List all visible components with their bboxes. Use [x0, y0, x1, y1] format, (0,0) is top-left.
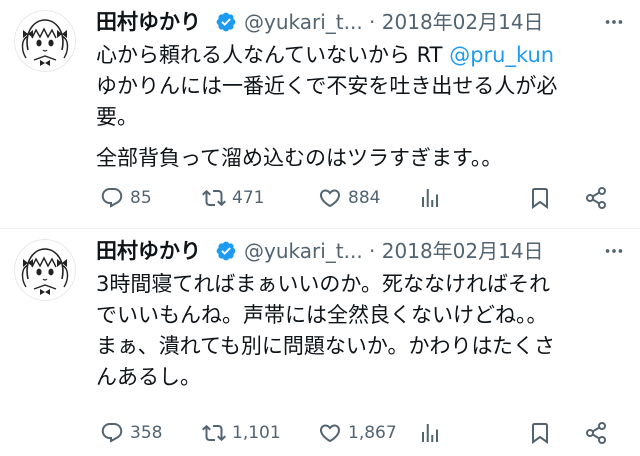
avatar[interactable]: [14, 239, 76, 301]
tweet-text-line: 全部背負って溜め込むのはツラすぎます。。: [96, 146, 503, 170]
tweet-actions: 358 1,101 1,867: [96, 416, 620, 450]
heart-icon: [319, 424, 341, 443]
more-options-icon[interactable]: [602, 240, 626, 262]
verified-badge-icon: [216, 12, 236, 32]
bookmark-icon: [532, 423, 548, 444]
tweet-header: 田村ゆかり @yukari_t... · 2018年02月14日: [96, 237, 640, 267]
tweet-text: 心から頼れる人なんていないから RT @pru_kun ゆかりんには一番近くで不…: [96, 40, 618, 174]
tweet[interactable]: 田村ゆかり @yukari_t... · 2018年02月14日 3時間寝てれば…: [0, 229, 640, 456]
like-button[interactable]: 884: [318, 181, 380, 215]
tweet-actions: 85 471 884: [96, 181, 620, 215]
share-button[interactable]: [584, 181, 608, 215]
bookmark-icon: [532, 188, 548, 209]
avatar-drawing: [14, 239, 76, 301]
handle-and-date[interactable]: @yukari_t... · 2018年02月14日: [244, 8, 544, 36]
handle-and-date[interactable]: @yukari_t... · 2018年02月14日: [244, 237, 544, 265]
avatar[interactable]: [14, 10, 76, 72]
reply-button[interactable]: 358: [100, 416, 162, 450]
bookmark-button[interactable]: [528, 181, 552, 215]
author-name[interactable]: 田村ゆかり: [96, 237, 201, 265]
retweet-count: 1,101: [232, 423, 281, 443]
tweet-text-line: んあるし。: [96, 365, 201, 389]
tweet-text-line: まぁ、潰れても別に問題ないか。かわりはたくさ: [96, 334, 556, 358]
reply-icon: [101, 423, 123, 443]
verified-badge-icon: [216, 241, 236, 261]
tweet[interactable]: 田村ゆかり @yukari_t... · 2018年02月14日 心から頼れる人…: [0, 0, 640, 228]
heart-icon: [319, 189, 341, 208]
views-button[interactable]: [418, 181, 442, 215]
like-count: 884: [348, 188, 381, 208]
tweet-header: 田村ゆかり @yukari_t... · 2018年02月14日: [96, 8, 640, 38]
retweet-count: 471: [232, 188, 265, 208]
reply-icon: [101, 188, 123, 208]
share-icon: [586, 187, 606, 209]
retweet-icon: [202, 189, 226, 207]
retweet-icon: [202, 424, 226, 442]
tweet-text-line: ゆかりんには一番近くで不安を吐き出せる人が必: [96, 74, 558, 98]
mention-link[interactable]: @pru_kun: [449, 43, 554, 67]
retweet-button[interactable]: 1,101: [202, 416, 281, 450]
reply-button[interactable]: 85: [100, 181, 152, 215]
share-icon: [586, 422, 606, 444]
tweet-text-line: 3時間寝てればまぁいいのか。死ななければそれ: [96, 272, 550, 296]
avatar-drawing: [14, 10, 76, 72]
tweet-text: 3時間寝てればまぁいいのか。死ななければそれ でいいもんね。声帯には全然良くない…: [96, 269, 618, 393]
share-button[interactable]: [584, 416, 608, 450]
reply-count: 85: [130, 188, 152, 208]
like-count: 1,867: [348, 423, 397, 443]
tweet-text-line: 心から頼れる人なんていないから RT @pru_kun: [96, 40, 618, 71]
like-button[interactable]: 1,867: [318, 416, 397, 450]
views-chart-icon: [422, 189, 438, 207]
tweet-text-line: 要。: [96, 105, 138, 129]
bookmark-button[interactable]: [528, 416, 552, 450]
views-chart-icon: [422, 424, 438, 442]
tweet-text-line: でいいもんね。声帯には全然良くないけどね。。: [96, 303, 548, 327]
reply-count: 358: [130, 423, 163, 443]
retweet-button[interactable]: 471: [202, 181, 264, 215]
author-name[interactable]: 田村ゆかり: [96, 8, 201, 36]
more-options-icon[interactable]: [602, 11, 626, 33]
tweet-text-segment: 心から頼れる人なんていないから RT: [96, 43, 450, 67]
views-button[interactable]: [418, 416, 442, 450]
